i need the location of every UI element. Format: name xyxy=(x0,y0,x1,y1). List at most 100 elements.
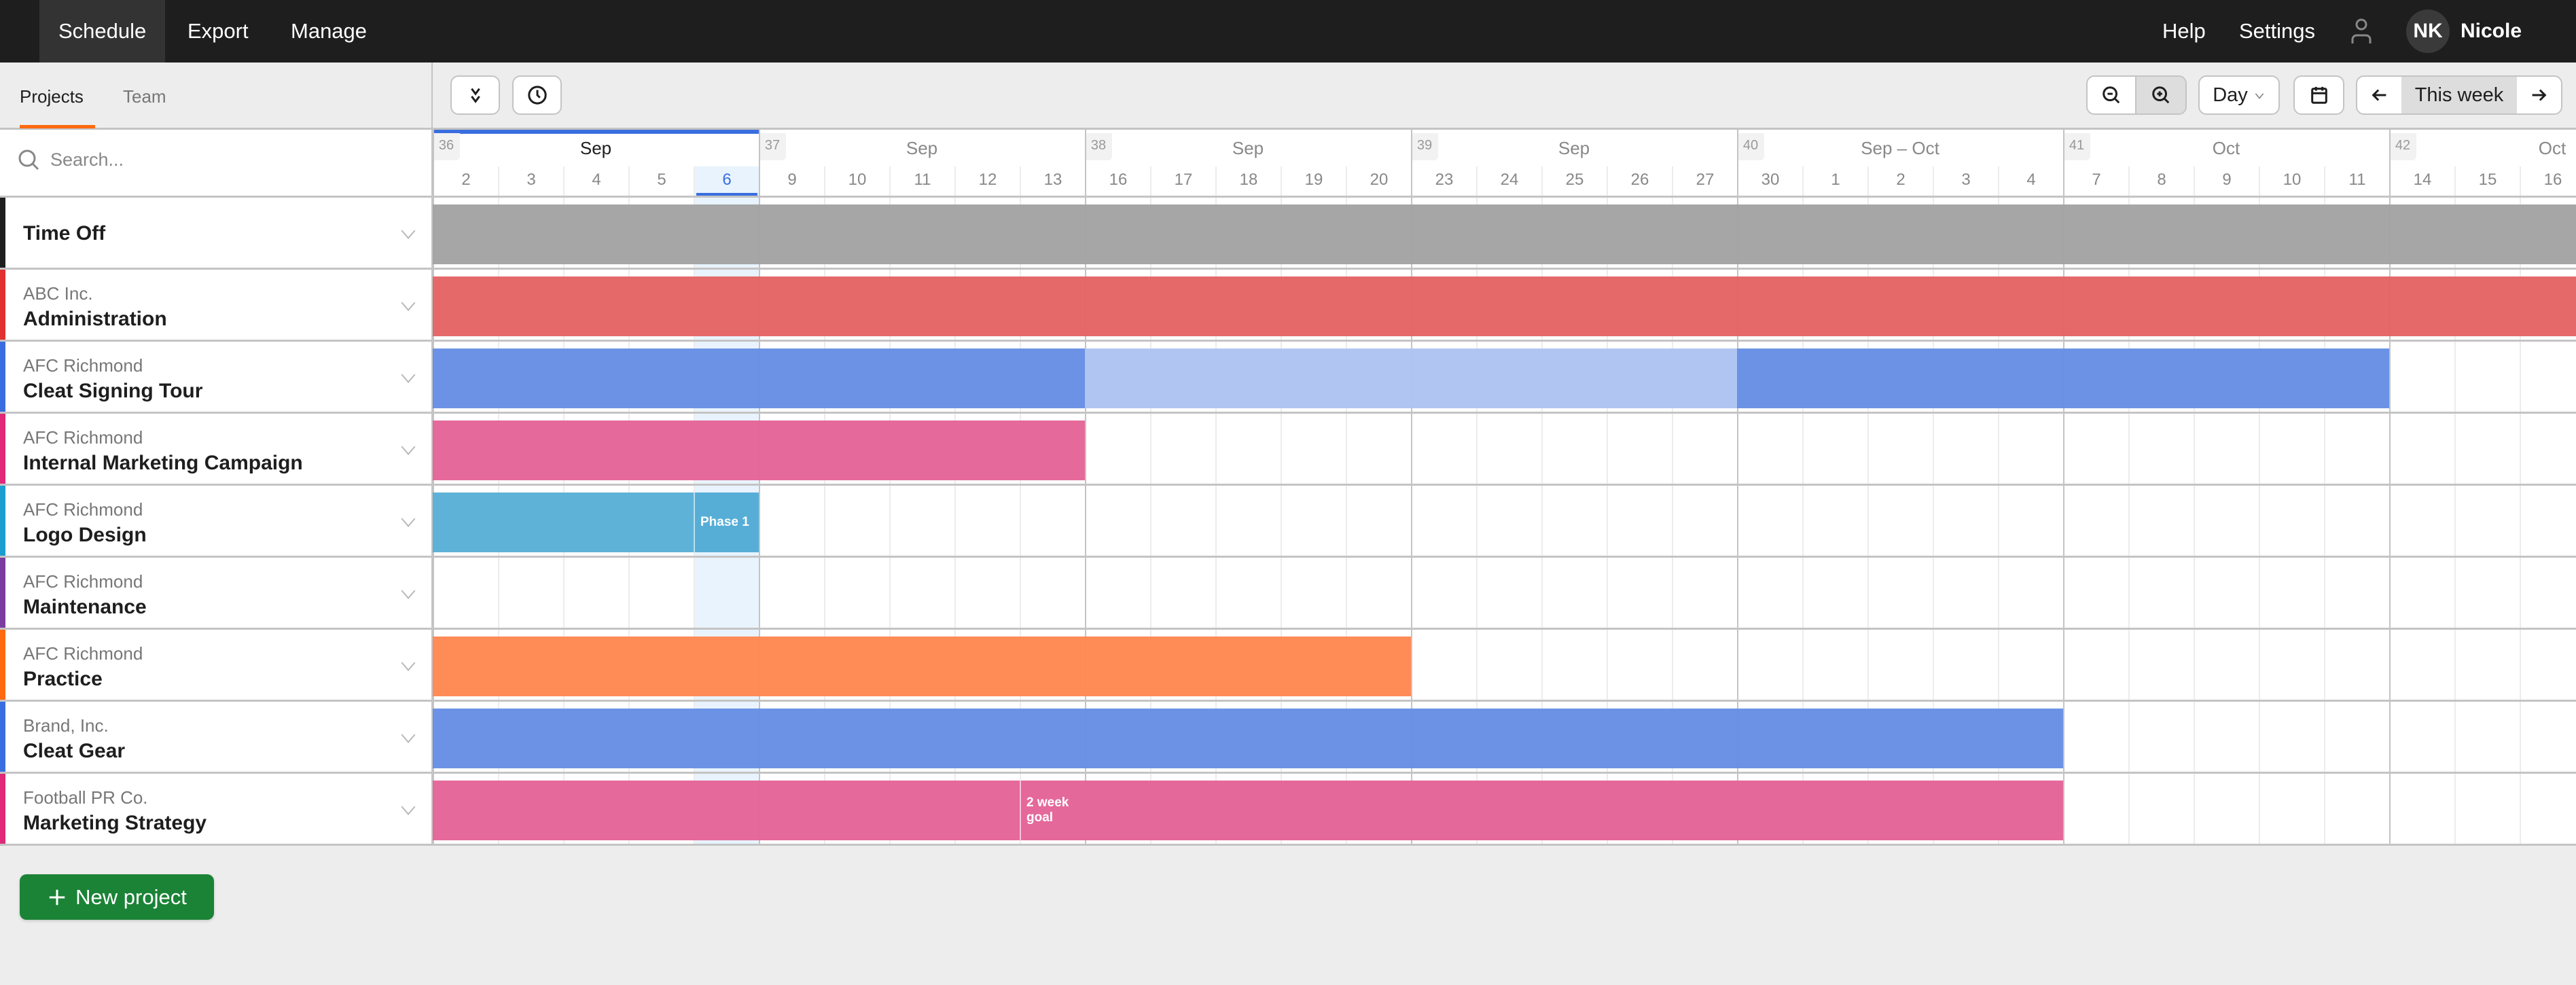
zoom-in-button[interactable] xyxy=(2136,77,2185,113)
chevron-down-icon[interactable] xyxy=(399,801,417,819)
day-label[interactable]: 5 xyxy=(630,166,694,196)
project-client: AFC Richmond xyxy=(23,355,143,376)
project-timeline: 2 week goal xyxy=(433,774,2576,844)
day-label[interactable]: 9 xyxy=(760,166,824,196)
nav-schedule[interactable]: Schedule xyxy=(39,0,166,62)
project-row[interactable]: ABC Inc. Administration xyxy=(0,270,2576,342)
project-row[interactable]: AFC Richmond Internal Marketing Campaign xyxy=(0,414,2576,486)
new-project-button[interactable]: New project xyxy=(20,874,214,920)
chevron-down-icon[interactable] xyxy=(399,225,417,243)
nav-help[interactable]: Help xyxy=(2143,0,2225,62)
day-label[interactable]: 12 xyxy=(956,166,1020,196)
day-label[interactable]: 4 xyxy=(565,166,628,196)
project-row[interactable]: Time Off xyxy=(0,198,2576,270)
this-week-button[interactable]: This week xyxy=(2401,77,2517,113)
schedule-bar[interactable]: 2 week goal xyxy=(1020,781,2063,840)
day-label[interactable]: 14 xyxy=(2391,166,2454,196)
project-row[interactable]: AFC Richmond Logo Design Phase 1 xyxy=(0,486,2576,558)
tab-projects[interactable]: Projects xyxy=(20,86,84,107)
chevron-down-icon[interactable] xyxy=(399,729,417,747)
day-gridline xyxy=(1672,558,1673,628)
zoom-group xyxy=(2086,75,2187,115)
schedule-bar[interactable] xyxy=(433,637,1411,696)
day-label[interactable]: 23 xyxy=(1412,166,1476,196)
day-label[interactable]: 11 xyxy=(2325,166,2389,196)
day-label[interactable]: 13 xyxy=(1021,166,1085,196)
project-row[interactable]: Brand, Inc. Cleat Gear xyxy=(0,702,2576,774)
calendar-button[interactable] xyxy=(2293,75,2344,115)
day-label[interactable]: 27 xyxy=(1673,166,1737,196)
nav-manage[interactable]: Manage xyxy=(272,0,386,62)
schedule-bar[interactable] xyxy=(433,709,2063,768)
nav-export[interactable]: Export xyxy=(168,0,268,62)
history-button[interactable] xyxy=(512,75,562,115)
day-label[interactable]: 4 xyxy=(1999,166,2063,196)
chevron-down-icon[interactable] xyxy=(399,657,417,675)
prev-week-button[interactable] xyxy=(2357,77,2401,113)
chevron-down-icon[interactable] xyxy=(399,585,417,603)
collapse-all-button[interactable] xyxy=(450,75,500,115)
day-label[interactable]: 30 xyxy=(1738,166,1802,196)
schedule-bar[interactable] xyxy=(433,348,1085,408)
top-nav-bar: Schedule Export Manage Help Settings NK … xyxy=(0,0,2576,62)
day-label[interactable]: 17 xyxy=(1151,166,1215,196)
next-week-button[interactable] xyxy=(2517,77,2561,113)
day-label[interactable]: 16 xyxy=(2521,166,2576,196)
day-label[interactable]: 3 xyxy=(1934,166,1998,196)
day-label[interactable]: 25 xyxy=(1543,166,1607,196)
schedule-bar[interactable] xyxy=(433,276,2576,336)
day-label[interactable]: 26 xyxy=(1608,166,1672,196)
day-label[interactable]: 2 xyxy=(434,166,498,196)
schedule-bar[interactable] xyxy=(1737,348,2389,408)
chevron-down-icon[interactable] xyxy=(399,513,417,531)
day-label[interactable]: 10 xyxy=(2260,166,2324,196)
day-label[interactable]: 8 xyxy=(2130,166,2194,196)
search-input[interactable]: Search... xyxy=(18,149,124,171)
nav-settings[interactable]: Settings xyxy=(2220,0,2334,62)
view-select[interactable]: Day xyxy=(2198,75,2280,115)
schedule-bar[interactable]: Phase 1 xyxy=(694,492,759,552)
tab-team[interactable]: Team xyxy=(123,86,166,107)
person-icon[interactable] xyxy=(2350,18,2372,45)
schedule-bar[interactable] xyxy=(433,781,1020,840)
day-label[interactable]: 20 xyxy=(1347,166,1411,196)
project-name: Cleat Gear xyxy=(23,740,126,762)
schedule-bar[interactable] xyxy=(1085,348,1737,408)
day-label[interactable]: 1 xyxy=(1804,166,1867,196)
day-label[interactable]: 3 xyxy=(499,166,563,196)
day-gridline xyxy=(2324,630,2325,700)
day-gridline xyxy=(1346,558,1347,628)
day-gridline xyxy=(498,558,499,628)
day-label[interactable]: 9 xyxy=(2195,166,2259,196)
day-label[interactable]: 18 xyxy=(1217,166,1281,196)
day-label[interactable]: 24 xyxy=(1478,166,1541,196)
day-gridline xyxy=(2454,558,2456,628)
day-label[interactable]: 10 xyxy=(825,166,889,196)
schedule-bar[interactable] xyxy=(433,204,2576,264)
project-timeline: Phase 1 xyxy=(433,486,2576,556)
schedule-bar[interactable] xyxy=(433,492,694,552)
project-color-strip xyxy=(0,558,5,628)
schedule-bar[interactable] xyxy=(433,420,1085,480)
day-label[interactable]: 15 xyxy=(2456,166,2520,196)
day-label[interactable]: 6 xyxy=(695,166,759,196)
day-label[interactable]: 11 xyxy=(891,166,954,196)
zoom-out-button[interactable] xyxy=(2088,77,2137,113)
day-label[interactable]: 16 xyxy=(1086,166,1150,196)
project-row[interactable]: Football PR Co. Marketing Strategy 2 week … xyxy=(0,774,2576,846)
user-name[interactable]: Nicole xyxy=(2441,0,2541,62)
day-label[interactable]: 7 xyxy=(2064,166,2128,196)
day-label[interactable]: 2 xyxy=(1869,166,1933,196)
chevron-down-icon[interactable] xyxy=(399,369,417,387)
chevron-down-icon xyxy=(2255,93,2264,99)
project-row[interactable]: AFC Richmond Maintenance xyxy=(0,558,2576,630)
day-label[interactable]: 19 xyxy=(1282,166,1346,196)
chevron-down-icon[interactable] xyxy=(399,441,417,459)
project-row[interactable]: AFC Richmond Practice xyxy=(0,630,2576,702)
week-gridline xyxy=(1737,486,1738,556)
day-gridline xyxy=(1476,630,1478,700)
week-month-label: Oct xyxy=(2212,138,2240,158)
project-row[interactable]: AFC Richmond Cleat Signing Tour xyxy=(0,342,2576,414)
day-gridline xyxy=(2324,414,2325,484)
chevron-down-icon[interactable] xyxy=(399,297,417,315)
